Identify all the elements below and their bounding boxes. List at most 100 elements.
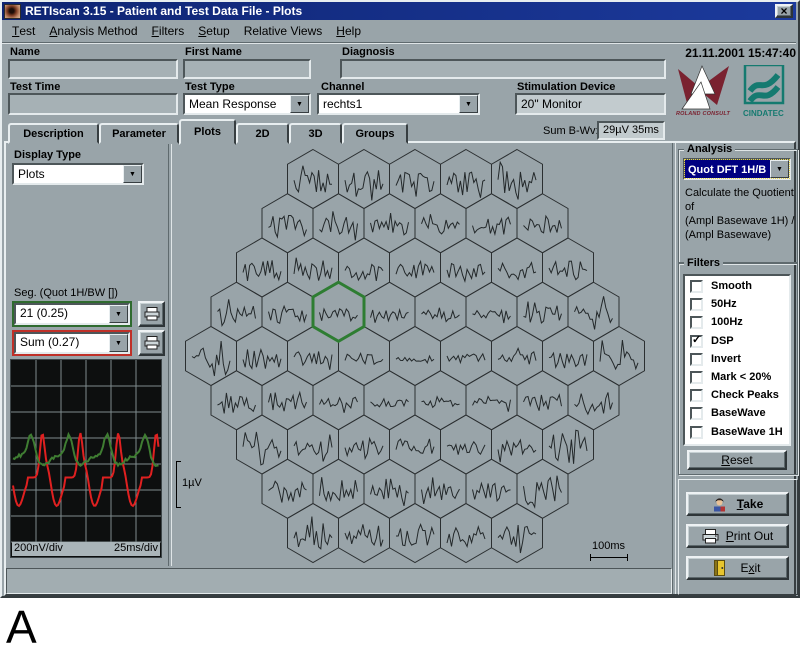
hex-segment[interactable] [441,504,492,563]
chevron-down-icon[interactable]: ▼ [123,165,142,183]
hex-segment[interactable] [339,504,390,563]
hex-segment[interactable] [262,371,313,430]
checkbox-mark-20-[interactable] [690,371,703,384]
menu-item-test[interactable]: Test [5,20,42,42]
filter-label: BaseWave 1H [711,426,783,438]
hex-segment[interactable] [441,238,492,297]
hex-segment[interactable] [415,459,466,518]
hex-segment[interactable] [364,282,415,341]
hex-waveform [294,517,332,549]
hex-segment[interactable] [390,150,441,209]
analysis-dropdown[interactable]: Quot DFT 1H/B ▼ [683,158,791,180]
checkbox-invert[interactable] [690,353,703,366]
channel-label: Channel [321,81,364,93]
tab-groups[interactable]: Groups [342,123,408,144]
diagnosis-label: Diagnosis [342,46,395,58]
sum-bwv-label: Sum B-Wv: [543,125,599,137]
tab-parameter[interactable]: Parameter [99,123,179,144]
menu-item-analysis-method[interactable]: Analysis Method [42,20,144,42]
tab-2d[interactable]: 2D [236,123,289,144]
exit-button[interactable]: Exit [686,556,789,580]
tab-3d[interactable]: 3D [289,123,342,144]
checkbox-smooth[interactable] [690,280,703,293]
stimulation-device-field[interactable]: 20" Monitor [515,93,666,115]
close-button[interactable]: × [775,4,793,18]
diagnosis-field[interactable] [340,59,666,79]
scope-vdiv-label: 200nV/div [14,542,63,556]
hex-segment[interactable] [237,327,288,386]
reset-button[interactable]: Reset [687,450,787,470]
hex-segment[interactable] [568,282,619,341]
app-eye-icon [4,4,21,19]
hex-waveform [549,261,587,280]
hex-segment[interactable] [466,194,517,253]
title-bar[interactable]: RETIscan 3.15 - Patient and Test Data Fi… [2,2,796,20]
take-button[interactable]: Take [686,492,789,516]
hex-segment[interactable] [313,194,364,253]
chevron-down-icon[interactable]: ▼ [770,160,789,178]
test-time-field[interactable] [8,93,178,115]
time-scalebar [590,554,628,561]
hex-segment[interactable] [211,371,262,430]
menu-item-setup[interactable]: Setup [191,20,236,42]
checkbox-100hz[interactable] [690,316,703,329]
seg-secondary-dropdown[interactable]: Sum (0.27) ▼ [14,332,130,354]
hex-segment[interactable] [339,415,390,474]
hex-segment[interactable] [517,282,568,341]
hex-segment[interactable] [288,150,339,209]
hex-segment[interactable] [237,415,288,474]
checkbox-basewave[interactable] [690,407,703,420]
first-name-field[interactable] [183,59,311,79]
chevron-down-icon[interactable]: ▼ [109,305,128,323]
hex-segment[interactable] [492,238,543,297]
name-field[interactable] [8,59,178,79]
test-type-dropdown[interactable]: Mean Response ▼ [183,93,311,115]
print-out-button[interactable]: Print Out [686,524,789,548]
chevron-down-icon[interactable]: ▼ [109,334,128,352]
time-scale-label: 100ms [592,540,625,552]
seg-secondary-print-button[interactable] [138,330,165,356]
first-name-label: First Name [185,46,242,58]
menu-item-help[interactable]: Help [329,20,368,42]
hex-segment[interactable] [492,150,543,209]
display-type-dropdown[interactable]: Plots ▼ [12,163,144,185]
hex-segment[interactable] [594,327,645,386]
menu-item-relative-views[interactable]: Relative Views [237,20,330,42]
hex-waveform [549,353,587,368]
checkbox-basewave-1h[interactable] [690,426,703,439]
filter-row-mark-20-: Mark < 20% [685,371,789,389]
seg-secondary-value: Sum (0.27) [20,335,79,349]
chevron-down-icon[interactable]: ▼ [290,95,309,113]
tab-plots[interactable]: Plots [179,119,236,145]
hex-segment[interactable] [186,327,237,386]
hex-segment[interactable] [262,282,313,341]
seg-primary-print-button[interactable] [138,301,165,327]
hex-segment[interactable] [390,327,441,386]
tab-description[interactable]: Description [8,123,99,144]
chevron-down-icon[interactable]: ▼ [459,95,478,113]
seg-primary-dropdown[interactable]: 21 (0.25) ▼ [14,303,130,325]
reference-scope-plot: 200nV/div 25ms/div [10,359,162,558]
hex-waveform [396,261,434,278]
name-label: Name [10,46,40,58]
hex-waveform [294,435,332,462]
filter-row-50hz: 50Hz [685,298,789,316]
test-type-value: Mean Response [189,97,276,111]
hex-segment[interactable] [492,415,543,474]
menu-item-filters[interactable]: Filters [145,20,192,42]
checkbox-dsp[interactable]: ✓ [690,335,703,348]
checkbox-check-peaks[interactable] [690,389,703,402]
hex-waveform [575,296,613,329]
channel-dropdown[interactable]: rechts1 ▼ [317,93,480,115]
menu-bar: TestAnalysis MethodFiltersSetupRelative … [2,20,796,43]
hex-segment[interactable] [390,238,441,297]
hex-segment[interactable] [339,150,390,209]
hex-waveform [422,477,460,504]
hex-segment[interactable] [390,504,441,563]
hex-waveform [447,527,485,547]
hex-segment[interactable] [568,371,619,430]
hex-segment[interactable] [543,327,594,386]
filter-label: Check Peaks [711,389,779,401]
checkbox-50hz[interactable] [690,298,703,311]
hex-segment[interactable] [441,415,492,474]
